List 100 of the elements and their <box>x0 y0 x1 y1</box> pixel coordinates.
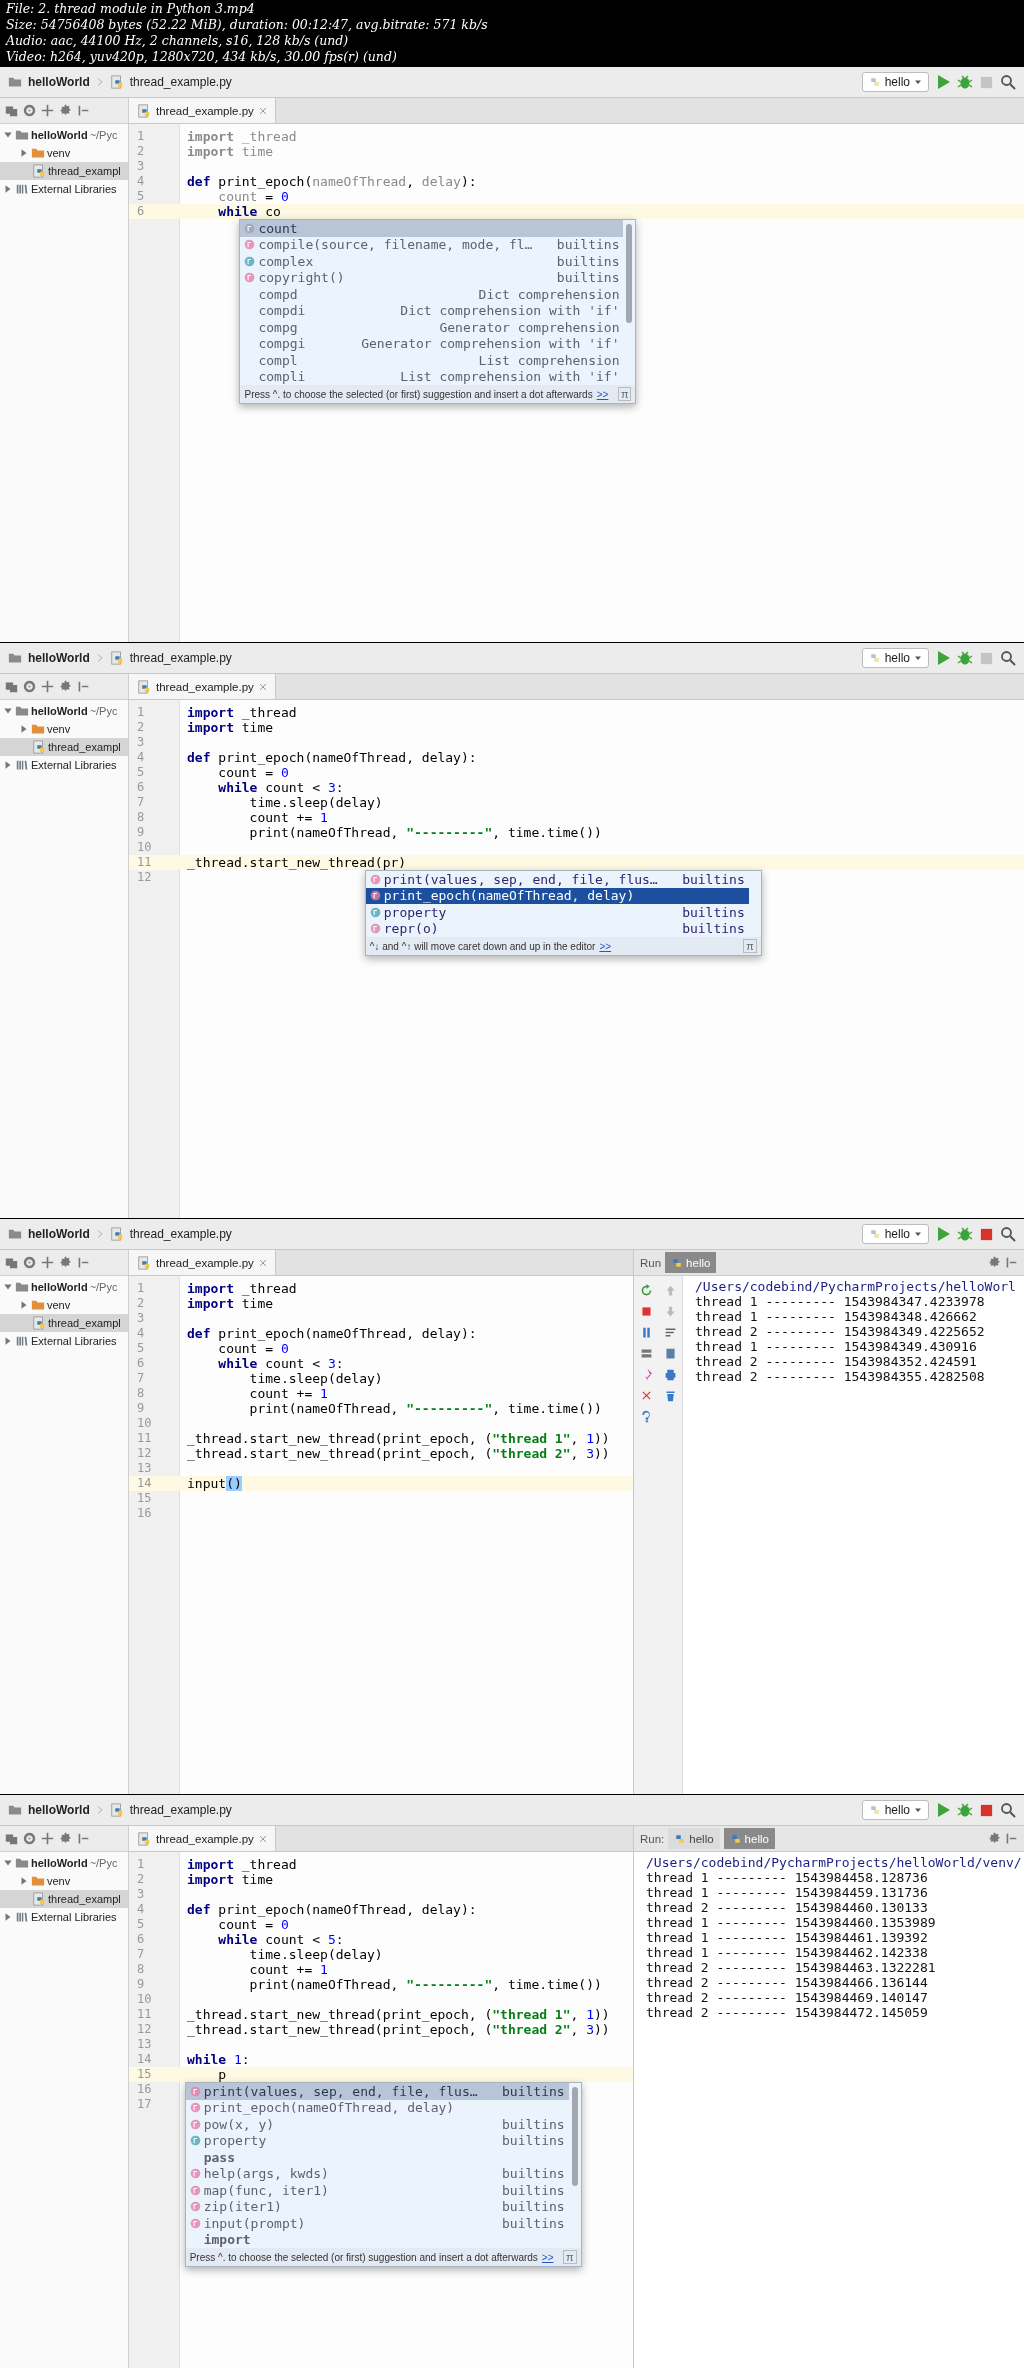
help-icon[interactable] <box>639 1410 653 1423</box>
breadcrumb-project[interactable]: helloWorld <box>28 75 90 89</box>
bug-icon[interactable] <box>957 1226 973 1242</box>
tree-item[interactable]: helloWorld ~/Pyc <box>0 1278 128 1296</box>
scrollbar[interactable] <box>626 224 633 323</box>
tree-item[interactable]: thread_exampl <box>0 738 128 756</box>
editor-tab[interactable]: thread_example.py <box>129 1826 276 1851</box>
completion-item[interactable]: repr(o) builtins <box>365 920 749 937</box>
completion-item[interactable]: import <box>185 2231 569 2248</box>
search-icon[interactable] <box>1000 650 1016 666</box>
collapse-arrow-icon[interactable] <box>3 706 13 716</box>
print-icon[interactable] <box>663 1368 677 1381</box>
scrollbar[interactable] <box>571 2087 578 2186</box>
tree-item[interactable]: helloWorld ~/Pyc <box>0 1854 128 1872</box>
tree-item[interactable]: thread_exampl <box>0 1314 128 1332</box>
completion-item[interactable]: map(func, iter1) builtins <box>185 2182 569 2199</box>
completion-item[interactable]: count <box>240 220 624 237</box>
completion-item[interactable]: print_epoch(nameOfThread, delay) <box>185 2099 569 2116</box>
editor-tab[interactable]: thread_example.py <box>129 98 276 123</box>
close-icon[interactable] <box>258 1834 267 1843</box>
completion-item[interactable]: input(prompt) builtins <box>185 2215 569 2232</box>
completion-item[interactable]: property builtins <box>365 904 749 921</box>
completion-item[interactable]: print_epoch(nameOfThread, delay) <box>365 887 749 904</box>
expand-arrow-icon[interactable] <box>3 1336 13 1346</box>
breadcrumb-project[interactable]: helloWorld <box>28 1803 90 1817</box>
pin-glyph[interactable]: π <box>743 939 757 953</box>
hide-icon[interactable] <box>77 680 90 693</box>
expand-arrow-icon[interactable] <box>19 148 29 158</box>
settings-icon[interactable] <box>59 1832 72 1845</box>
close-icon[interactable] <box>258 682 267 691</box>
tree-item[interactable]: venv <box>0 1296 128 1314</box>
stop-icon[interactable] <box>639 1305 653 1318</box>
layout-icon[interactable] <box>5 1832 18 1845</box>
collapse-arrow-icon[interactable] <box>3 1282 13 1292</box>
completion-item[interactable]: property builtins <box>185 2132 569 2149</box>
completion-item[interactable]: copyright() builtins <box>240 269 624 286</box>
search-icon[interactable] <box>1000 1802 1016 1818</box>
more-link[interactable]: >> <box>599 940 612 952</box>
hide-icon[interactable] <box>77 104 90 117</box>
breadcrumb-file[interactable]: thread_example.py <box>129 1227 232 1241</box>
completion-item[interactable]: compile(source, filename, mode, fl… builtins <box>240 236 624 253</box>
completion-item[interactable]: print(values, sep, end, file, flus… builtins <box>185 2083 569 2100</box>
search-icon[interactable] <box>1000 74 1016 90</box>
stop-icon[interactable] <box>979 1802 994 1818</box>
collapse-arrow-icon[interactable] <box>3 1858 13 1868</box>
hide-icon[interactable] <box>77 1256 90 1269</box>
tree-item[interactable]: External Libraries <box>0 180 128 198</box>
run-tab[interactable]: hello <box>668 1828 720 1849</box>
expand-arrow-icon[interactable] <box>3 184 13 194</box>
completion-item[interactable]: print(values, sep, end, file, flus… builtins <box>365 871 749 888</box>
completion-item[interactable]: zip(iter1) builtins <box>185 2198 569 2215</box>
tree-item[interactable]: thread_exampl <box>0 1890 128 1908</box>
run-config-dropdown[interactable]: hello <box>861 1800 929 1820</box>
breadcrumb-file[interactable]: thread_example.py <box>129 1803 232 1817</box>
expand-arrow-icon[interactable] <box>19 1300 29 1310</box>
expand-arrow-icon[interactable] <box>19 1876 29 1886</box>
completion-item[interactable]: complex builtins <box>240 253 624 270</box>
layout-icon[interactable] <box>5 680 18 693</box>
expand-arrow-icon[interactable] <box>3 760 13 770</box>
breadcrumb-file[interactable]: thread_example.py <box>129 75 232 89</box>
target-icon[interactable] <box>23 1832 36 1845</box>
scroll-end-icon[interactable] <box>663 1347 677 1360</box>
tree-item[interactable]: venv <box>0 144 128 162</box>
settings-icon[interactable] <box>988 1256 1001 1269</box>
completion-item[interactable]: compg Generator comprehension <box>240 319 624 336</box>
tree-item[interactable]: External Libraries <box>0 756 128 774</box>
expand-arrow-icon[interactable] <box>19 724 29 734</box>
settings-icon[interactable] <box>59 104 72 117</box>
bug-icon[interactable] <box>957 650 973 666</box>
run-config-dropdown[interactable]: hello <box>861 648 929 668</box>
stop-icon[interactable] <box>979 1226 994 1242</box>
layout-icon[interactable] <box>639 1347 653 1360</box>
breadcrumb-project[interactable]: helloWorld <box>28 651 90 665</box>
wrap-icon[interactable] <box>663 1326 677 1339</box>
hide-icon[interactable] <box>1005 1832 1018 1845</box>
tree-item[interactable]: helloWorld ~/Pyc <box>0 702 128 720</box>
trash-icon[interactable] <box>663 1389 677 1402</box>
target-icon[interactable] <box>23 680 36 693</box>
code-editor[interactable] <box>129 700 1024 1218</box>
run-icon[interactable] <box>935 650 951 666</box>
editor-tab[interactable]: thread_example.py <box>129 674 276 699</box>
code-editor[interactable] <box>129 1276 633 1794</box>
hide-icon[interactable] <box>1005 1256 1018 1269</box>
pin-glyph[interactable]: π <box>617 387 632 401</box>
breadcrumb-file[interactable]: thread_example.py <box>129 651 232 665</box>
bug-icon[interactable] <box>957 1802 973 1818</box>
collapse-arrow-icon[interactable] <box>3 130 13 140</box>
completion-item[interactable]: compd Dict comprehension <box>240 286 624 303</box>
tree-item[interactable]: helloWorld ~/Pyc <box>0 126 128 144</box>
settings-icon[interactable] <box>59 1256 72 1269</box>
search-icon[interactable] <box>1000 1226 1016 1242</box>
completion-item[interactable]: help(args, kwds) builtins <box>185 2165 569 2182</box>
more-link[interactable]: >> <box>541 2251 554 2263</box>
run-icon[interactable] <box>935 1802 951 1818</box>
hide-icon[interactable] <box>77 1832 90 1845</box>
expand-arrow-icon[interactable] <box>3 1912 13 1922</box>
completion-item[interactable]: compli List comprehension with 'if' <box>240 368 624 385</box>
bug-icon[interactable] <box>957 74 973 90</box>
layout-icon[interactable] <box>5 1256 18 1269</box>
completion-item[interactable]: compdi Dict comprehension with 'if' <box>240 302 624 319</box>
